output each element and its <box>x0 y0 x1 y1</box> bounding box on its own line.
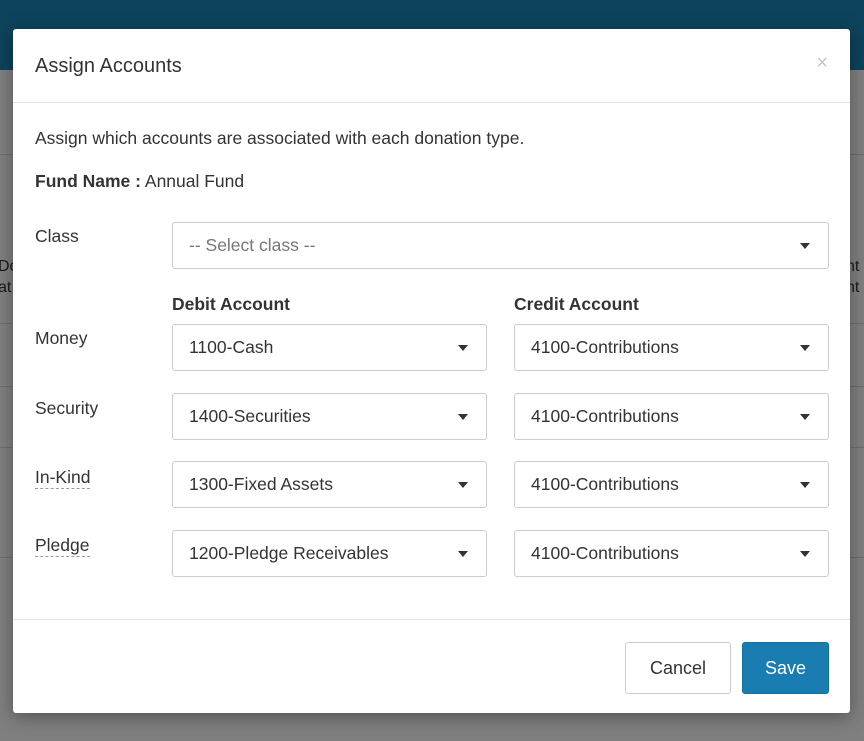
debit-account-header: Debit Account <box>172 294 290 314</box>
intro-text: Assign which accounts are associated wit… <box>35 128 525 148</box>
credit-account-header: Credit Account <box>514 294 639 314</box>
chevron-down-icon <box>458 482 468 488</box>
in-kind-label-text: In-Kind <box>35 467 91 489</box>
cancel-button[interactable]: Cancel <box>625 642 731 694</box>
chevron-down-icon <box>800 551 810 557</box>
chevron-down-icon <box>458 414 468 420</box>
in-kind-label[interactable]: In-Kind <box>35 466 91 489</box>
chevron-down-icon <box>800 345 810 351</box>
money-debit-select[interactable]: 1100-Cash <box>172 324 487 371</box>
pledge-label[interactable]: Pledge <box>35 534 90 557</box>
modal-header: Assign Accounts × <box>13 29 850 103</box>
chevron-down-icon <box>458 551 468 557</box>
money-label: Money <box>35 328 88 348</box>
money-credit-value: 4100-Contributions <box>531 337 679 357</box>
in-kind-credit-select[interactable]: 4100-Contributions <box>514 461 829 508</box>
fund-name-line: Fund Name : Annual Fund <box>35 170 244 192</box>
close-icon[interactable]: × <box>816 53 828 73</box>
pledge-credit-value: 4100-Contributions <box>531 543 679 563</box>
save-button[interactable]: Save <box>742 642 829 694</box>
modal-title: Assign Accounts <box>35 55 182 77</box>
class-select[interactable]: -- Select class -- <box>172 222 829 269</box>
pledge-credit-select[interactable]: 4100-Contributions <box>514 530 829 577</box>
money-credit-select[interactable]: 4100-Contributions <box>514 324 829 371</box>
chevron-down-icon <box>458 345 468 351</box>
security-debit-value: 1400-Securities <box>189 406 311 426</box>
security-credit-select[interactable]: 4100-Contributions <box>514 393 829 440</box>
fund-name-label: Fund Name : <box>35 171 141 191</box>
fund-name-value: Annual Fund <box>144 171 245 191</box>
class-label: Class <box>35 226 79 246</box>
modal-footer: Cancel Save <box>13 619 850 713</box>
pledge-label-text: Pledge <box>35 535 90 557</box>
assign-accounts-modal: Assign Accounts × Assign which accounts … <box>13 29 850 713</box>
security-credit-value: 4100-Contributions <box>531 406 679 426</box>
in-kind-debit-select[interactable]: 1300-Fixed Assets <box>172 461 487 508</box>
money-debit-value: 1100-Cash <box>189 337 274 357</box>
security-debit-select[interactable]: 1400-Securities <box>172 393 487 440</box>
chevron-down-icon <box>800 482 810 488</box>
chevron-down-icon <box>800 414 810 420</box>
pledge-debit-value: 1200-Pledge Receivables <box>189 543 389 563</box>
class-select-value: -- Select class -- <box>189 235 316 255</box>
security-label: Security <box>35 398 99 418</box>
in-kind-credit-value: 4100-Contributions <box>531 474 679 494</box>
in-kind-debit-value: 1300-Fixed Assets <box>189 474 333 494</box>
pledge-debit-select[interactable]: 1200-Pledge Receivables <box>172 530 487 577</box>
chevron-down-icon <box>800 243 810 249</box>
